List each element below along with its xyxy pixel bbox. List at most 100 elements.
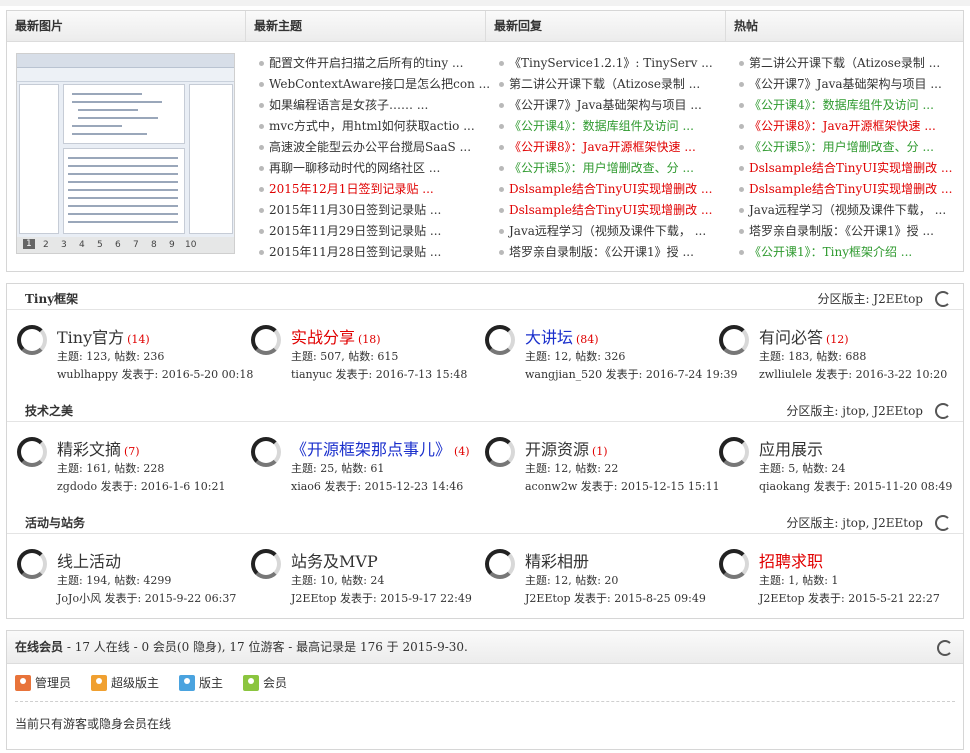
hot-post-link[interactable]: 《公开课7》Java基础架构与项目 ... <box>737 74 970 95</box>
hot-post-link[interactable]: 《公开课8》：Java开源框架快速 ... <box>737 116 970 137</box>
header-latest-replies[interactable]: 最新回复 <box>485 11 725 42</box>
pager-page-4[interactable]: 4 <box>79 240 85 250</box>
pager-page-3[interactable]: 3 <box>61 240 67 250</box>
header-latest-topics[interactable]: 最新主题 <box>245 11 485 42</box>
board-last-post[interactable]: JoJo小风 发表于: 2015-9-22 06:37 <box>57 590 236 606</box>
online-collapse-icon[interactable] <box>937 640 953 656</box>
latest-reply-link[interactable]: 《公开课7》Java基础架构与项目 ... <box>497 95 732 116</box>
category-title[interactable]: Tiny框架 <box>25 288 78 310</box>
hot-post-link[interactable]: 塔罗亲自录制版：《公开课1》授 ... <box>737 221 970 242</box>
pager-page-6[interactable]: 6 <box>115 240 121 250</box>
board-title[interactable]: 站务及MVP <box>291 552 378 571</box>
board-status-icon[interactable] <box>485 325 515 355</box>
board-name[interactable]: 线上活动 <box>57 548 124 572</box>
board-last-post[interactable]: zwlliulele 发表于: 2016-3-22 10:20 <box>759 366 947 382</box>
board-status-icon[interactable] <box>17 437 47 467</box>
latest-topic-link[interactable]: 2015年11月29日签到记录贴 ... <box>257 221 492 242</box>
board-title[interactable]: 应用展示 <box>759 440 823 459</box>
category-collapse-icon[interactable] <box>935 403 951 419</box>
board-last-post[interactable]: J2EEtop 发表于: 2015-5-21 22:27 <box>759 590 940 606</box>
latest-reply-link[interactable]: 《公开课4》：数据库组件及访问 ... <box>497 116 732 137</box>
latest-reply-link[interactable]: Dslsample结合TinyUI实现增删改 ... <box>497 200 732 221</box>
board-title[interactable]: 实战分享 <box>291 328 355 347</box>
board-status-icon[interactable] <box>719 325 749 355</box>
board-title[interactable]: 开源资源 <box>525 440 589 459</box>
latest-topic-link[interactable]: 再聊一聊移动时代的网络社区 ... <box>257 158 492 179</box>
hot-post-link[interactable]: Java远程学习（视频及课件下载， ... <box>737 200 970 221</box>
board-last-post[interactable]: aconw2w 发表于: 2015-12-15 15:11 <box>525 478 720 494</box>
latest-topic-link[interactable]: 2015年11月30日签到记录贴 ... <box>257 200 492 221</box>
online-title[interactable]: 在线会员 <box>15 640 63 654</box>
latest-topic-link[interactable]: 配置文件开启扫描之后所有的tiny ... <box>257 53 492 74</box>
board-status-icon[interactable] <box>485 549 515 579</box>
latest-reply-link[interactable]: 塔罗亲自录制版：《公开课1》授 ... <box>497 242 732 263</box>
board-last-post[interactable]: tianyuc 发表于: 2016-7-13 15:48 <box>291 366 467 382</box>
pager-page-9[interactable]: 9 <box>169 240 175 250</box>
board-status-icon[interactable] <box>719 549 749 579</box>
pager-page-7[interactable]: 7 <box>133 240 139 250</box>
board-title[interactable]: 线上活动 <box>57 552 121 571</box>
latest-topic-link[interactable]: 高速波全能型云办公平台搅局SaaS ... <box>257 137 492 158</box>
board-last-post[interactable]: wublhappy 发表于: 2016-5-20 00:18 <box>57 366 253 382</box>
latest-topic-link[interactable]: WebContextAware接口是怎么把con ... <box>257 74 492 95</box>
latest-reply-link[interactable]: 《公开课8》：Java开源框架快速 ... <box>497 137 732 158</box>
board-name[interactable]: 应用展示 <box>759 436 826 460</box>
board-name[interactable]: 实战分享 (18) <box>291 324 381 348</box>
board-name[interactable]: 精彩相册 <box>525 548 592 572</box>
hot-post-link[interactable]: 《公开课5》：用户增删改查、分 ... <box>737 137 970 158</box>
hot-post-link[interactable]: Dslsample结合TinyUI实现增删改 ... <box>737 158 970 179</box>
board-last-post[interactable]: wangjian_520 发表于: 2016-7-24 19:39 <box>525 366 738 382</box>
hot-post-link[interactable]: 第二讲公开课下载（Atizose录制 ... <box>737 53 970 74</box>
board-last-post[interactable]: xiao6 发表于: 2015-12-23 14:46 <box>291 478 463 494</box>
latest-reply-link[interactable]: 第二讲公开课下载（Atizose录制 ... <box>497 74 732 95</box>
board-title[interactable]: 精彩相册 <box>525 552 589 571</box>
latest-reply-link[interactable]: 《TinyService1.2.1》: TinyServ ... <box>497 53 732 74</box>
hot-post-link[interactable]: Dslsample结合TinyUI实现增删改 ... <box>737 179 970 200</box>
latest-reply-link[interactable]: 《公开课5》：用户增删改查、分 ... <box>497 158 732 179</box>
board-status-icon[interactable] <box>485 437 515 467</box>
board-status-icon[interactable] <box>17 549 47 579</box>
board-title[interactable]: 大讲坛 <box>525 328 573 347</box>
pager-page-1[interactable]: 1 <box>23 239 35 249</box>
board-status-icon[interactable] <box>251 325 281 355</box>
board-name[interactable]: 大讲坛 (84) <box>525 324 599 348</box>
board-status-icon[interactable] <box>251 437 281 467</box>
board-title[interactable]: 精彩文摘 <box>57 440 121 459</box>
category-title[interactable]: 技术之美 <box>25 400 73 422</box>
board-last-post[interactable]: qiaokang 发表于: 2015-11-20 08:49 <box>759 478 952 494</box>
latest-topic-link[interactable]: mvc方式中，用html如何获取actio ... <box>257 116 492 137</box>
board-last-post[interactable]: zgdodo 发表于: 2016-1-6 10:21 <box>57 478 226 494</box>
board-name[interactable]: 开源资源 (1) <box>525 436 608 460</box>
board-name[interactable]: 招聘求职 <box>759 548 826 572</box>
pager-page-8[interactable]: 8 <box>151 240 157 250</box>
board-name[interactable]: 站务及MVP <box>291 548 381 572</box>
board-name[interactable]: Tiny官方 (14) <box>57 324 150 348</box>
latest-topic-link[interactable]: 2015年11月28日签到记录贴 ... <box>257 242 492 263</box>
pager-page-10[interactable]: 10 <box>185 240 196 250</box>
board-name[interactable]: 有问必答 (12) <box>759 324 849 348</box>
pager-page-2[interactable]: 2 <box>43 240 49 250</box>
board-status-icon[interactable] <box>251 549 281 579</box>
hot-post-link[interactable]: 《公开课1》：Tiny框架介绍 ... <box>737 242 970 263</box>
header-latest-images[interactable]: 最新图片 <box>7 11 245 42</box>
board-name[interactable]: 《开源框架那点事儿》 (4) <box>291 436 470 460</box>
board-last-post[interactable]: J2EEtop 发表于: 2015-9-17 22:49 <box>291 590 472 606</box>
hot-post-link[interactable]: 《公开课4》：数据库组件及访问 ... <box>737 95 970 116</box>
latest-image-thumbnail[interactable]: 1 2 3 4 5 6 7 8 9 10 <box>16 53 235 254</box>
board-title[interactable]: Tiny官方 <box>57 328 124 347</box>
board-name[interactable]: 精彩文摘 (7) <box>57 436 140 460</box>
category-collapse-icon[interactable] <box>935 291 951 307</box>
board-status-icon[interactable] <box>719 437 749 467</box>
latest-topic-link[interactable]: 2015年12月1日签到记录贴 ... <box>257 179 492 200</box>
latest-reply-link[interactable]: Java远程学习（视频及课件下载， ... <box>497 221 732 242</box>
board-title[interactable]: 有问必答 <box>759 328 823 347</box>
latest-reply-link[interactable]: Dslsample结合TinyUI实现增删改 ... <box>497 179 732 200</box>
board-last-post[interactable]: J2EEtop 发表于: 2015-8-25 09:49 <box>525 590 706 606</box>
category-collapse-icon[interactable] <box>935 515 951 531</box>
header-hot-posts[interactable]: 热帖 <box>725 11 965 42</box>
board-title[interactable]: 《开源框架那点事儿》 <box>291 440 451 459</box>
category-title[interactable]: 活动与站务 <box>25 512 85 534</box>
board-title[interactable]: 招聘求职 <box>759 552 823 571</box>
latest-topic-link[interactable]: 如果编程语言是女孩子…… ... <box>257 95 492 116</box>
pager-page-5[interactable]: 5 <box>97 240 103 250</box>
